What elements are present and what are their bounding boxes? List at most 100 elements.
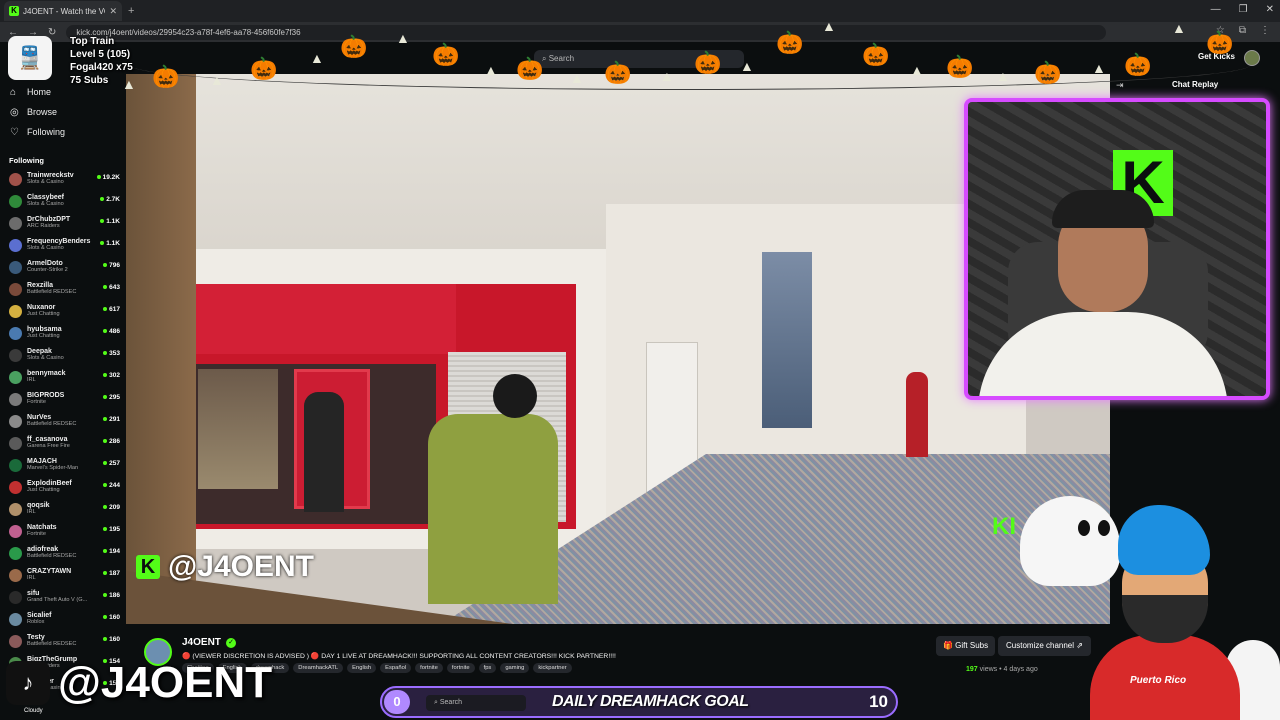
browser-tab[interactable]: K J4OENT - Watch the VOD o ✕ xyxy=(4,1,122,21)
taskbar-search-label: Search xyxy=(439,699,463,706)
channel-name: Classybeef xyxy=(27,194,64,201)
minimize-button[interactable]: — xyxy=(1211,4,1221,15)
tag-chip[interactable]: fortnite xyxy=(446,663,475,673)
mascot-hair xyxy=(1118,505,1210,575)
mascot-shirt-text: Puerto Rico xyxy=(1130,675,1187,686)
sidebar-channel-item[interactable]: Natchats Fortnite 195 xyxy=(0,521,126,543)
sidebar-channel-item[interactable]: adiofreak Battlefield REDSEC 194 xyxy=(0,543,126,565)
sidebar-item-browse[interactable]: ◎ Browse xyxy=(10,102,126,122)
new-tab-button[interactable]: + xyxy=(128,5,134,17)
tag-chip[interactable]: DreamhackATL xyxy=(293,663,344,673)
customize-channel-button[interactable]: Customize channel ⇗ xyxy=(998,636,1091,656)
sidebar-channel-item[interactable]: Classybeef Slots & Casino 2.7K xyxy=(0,191,126,213)
tag-chip[interactable]: kickpartner xyxy=(533,663,572,673)
channel-category: Battlefield REDSEC xyxy=(27,641,77,647)
channel-avatar xyxy=(9,371,22,384)
video-player[interactable]: K @J4OENT xyxy=(126,74,1110,624)
channel-category: IRL xyxy=(27,377,36,383)
channel-avatar xyxy=(9,569,22,582)
sidebar-channel-item[interactable]: FrequencyBenders Slots & Casino 1.1K xyxy=(0,235,126,257)
pumpkin-icon: 🎃 xyxy=(432,42,460,67)
tag-chip[interactable]: gaming xyxy=(500,663,530,673)
tag-chip[interactable]: English xyxy=(347,663,377,673)
channel-name: bennymack xyxy=(27,370,66,377)
sidebar-channel-item[interactable]: Rexzilla Battlefield REDSEC 643 xyxy=(0,279,126,301)
sidebar-channel-item[interactable]: sifu Grand Theft Auto V (G... 186 xyxy=(0,587,126,609)
sidebar-channel-item[interactable]: ArmelDoto Counter-Strike 2 796 xyxy=(0,257,126,279)
pumpkin-icon: 🎃 xyxy=(1034,60,1062,85)
sidebar-channel-item[interactable]: NurVes Battlefield REDSEC 291 xyxy=(0,411,126,433)
tab-close-icon[interactable]: ✕ xyxy=(109,6,117,17)
url-field[interactable]: kick.com/j4oent/videos/29954c23-a78f-4ef… xyxy=(66,24,1107,40)
mascot-overlay: Puerto Rico xyxy=(1090,505,1240,720)
witch-hat-icon: ▲ xyxy=(996,68,1010,84)
channel-category: Fortnite xyxy=(27,531,46,537)
close-window-button[interactable]: ✕ xyxy=(1266,4,1274,15)
top-train-overlay: Top Train Level 5 (105) Fogal420 x75 75 … xyxy=(70,35,133,87)
sidebar-channel-item[interactable]: CRAZYTAWN IRL 187 xyxy=(0,565,126,587)
sidebar-channel-item[interactable]: bennymack IRL 302 xyxy=(0,367,126,389)
sidebar-channel-item[interactable]: ff_casanova Garena Free Fire 286 xyxy=(0,433,126,455)
sidebar-channel-item[interactable]: ExplodinBeef Just Chatting 244 xyxy=(0,477,126,499)
sidebar-channel-item[interactable]: Sicalief Roblox 160 xyxy=(0,609,126,631)
tag-chip[interactable]: fortnite xyxy=(415,663,443,673)
viewer-count: 160 xyxy=(103,614,120,621)
channel-name: ExplodinBeef xyxy=(27,480,72,487)
sidebar-channel-item[interactable]: hyubsama Just Chatting 486 xyxy=(0,323,126,345)
following-header: Following xyxy=(9,156,44,165)
sidebar-channel-item[interactable]: Trainwreckstv Slots & Casino 19.2K xyxy=(0,169,126,191)
maximize-button[interactable]: ❐ xyxy=(1239,4,1248,15)
reload-icon[interactable]: ↻ xyxy=(48,27,56,38)
channel-category: IRL xyxy=(27,509,36,515)
scene-pillar xyxy=(126,74,196,624)
sidebar-item-label: Home xyxy=(27,87,52,97)
channel-category: Slots & Casino xyxy=(27,179,64,185)
tag-chip[interactable]: Español xyxy=(380,663,412,673)
channel-name: hyubsama xyxy=(27,326,62,333)
channel-name[interactable]: J4OENT xyxy=(182,637,221,648)
witch-hat-icon: ▲ xyxy=(396,30,410,46)
viewer-count: 295 xyxy=(103,394,120,401)
taskbar-search[interactable]: ⌕ Search xyxy=(426,695,526,711)
garland-string xyxy=(130,40,1250,90)
channel-avatar xyxy=(9,173,22,186)
extensions-icon[interactable]: ⧉ xyxy=(1239,25,1246,36)
verified-badge-icon: ✓ xyxy=(226,638,236,648)
viewer-count: 486 xyxy=(103,328,120,335)
sidebar-channel-item[interactable]: BIGPRODS Fortnite 295 xyxy=(0,389,126,411)
channel-name: NurVes xyxy=(27,414,52,421)
sidebar-channel-item[interactable]: MAJACH Marvel's Spider-Man 257 xyxy=(0,455,126,477)
collapse-chat-icon[interactable]: ⇥ xyxy=(1116,80,1124,91)
sidebar-item-following[interactable]: ♡ Following xyxy=(10,122,126,142)
channel-category: IRL xyxy=(27,575,36,581)
witch-hat-icon: ▲ xyxy=(1092,60,1106,76)
channel-category: Slots & Casino xyxy=(27,355,64,361)
cam-cap xyxy=(1052,190,1154,228)
sidebar-channel-item[interactable]: DrChubzDPT ARC Raiders 1.1K xyxy=(0,213,126,235)
scene-person xyxy=(906,372,928,457)
menu-dots-icon[interactable]: ⋮ xyxy=(1260,25,1270,36)
tiktok-handle-overlay: ♪ @J4OENT xyxy=(6,658,272,708)
sidebar-channel-item[interactable]: Nuxanor Just Chatting 617 xyxy=(0,301,126,323)
channel-name: ArmelDoto xyxy=(27,260,63,267)
sidebar-channel-item[interactable]: Deepak Slots & Casino 353 xyxy=(0,345,126,367)
viewer-count: 2.7K xyxy=(100,196,120,203)
channel-category: Counter-Strike 2 xyxy=(27,267,68,273)
tag-chip[interactable]: fps xyxy=(478,663,497,673)
channel-name: qoqsik xyxy=(27,502,50,509)
gift-subs-button[interactable]: 🎁 Gift Subs xyxy=(936,636,996,656)
viewer-count: 1.1K xyxy=(100,218,120,225)
viewer-count: 617 xyxy=(103,306,120,313)
channel-category: Slots & Casino xyxy=(27,201,64,207)
window-controls: — ❐ ✕ xyxy=(1211,4,1274,15)
home-icon: ⌂ xyxy=(10,86,17,98)
views-label: views • 4 days ago xyxy=(977,666,1038,673)
scene-skyline-sign xyxy=(196,284,456,354)
sidebar-channel-item[interactable]: qoqsik IRL 209 xyxy=(0,499,126,521)
video-watermark: K @J4OENT xyxy=(136,550,314,584)
channel-category: Battlefield REDSEC xyxy=(27,553,77,559)
sidebar-channel-item[interactable]: Testy Battlefield REDSEC 160 xyxy=(0,631,126,653)
viewer-count: 302 xyxy=(103,372,120,379)
channel-name: FrequencyBenders xyxy=(27,238,91,245)
viewer-count: 244 xyxy=(103,482,120,489)
